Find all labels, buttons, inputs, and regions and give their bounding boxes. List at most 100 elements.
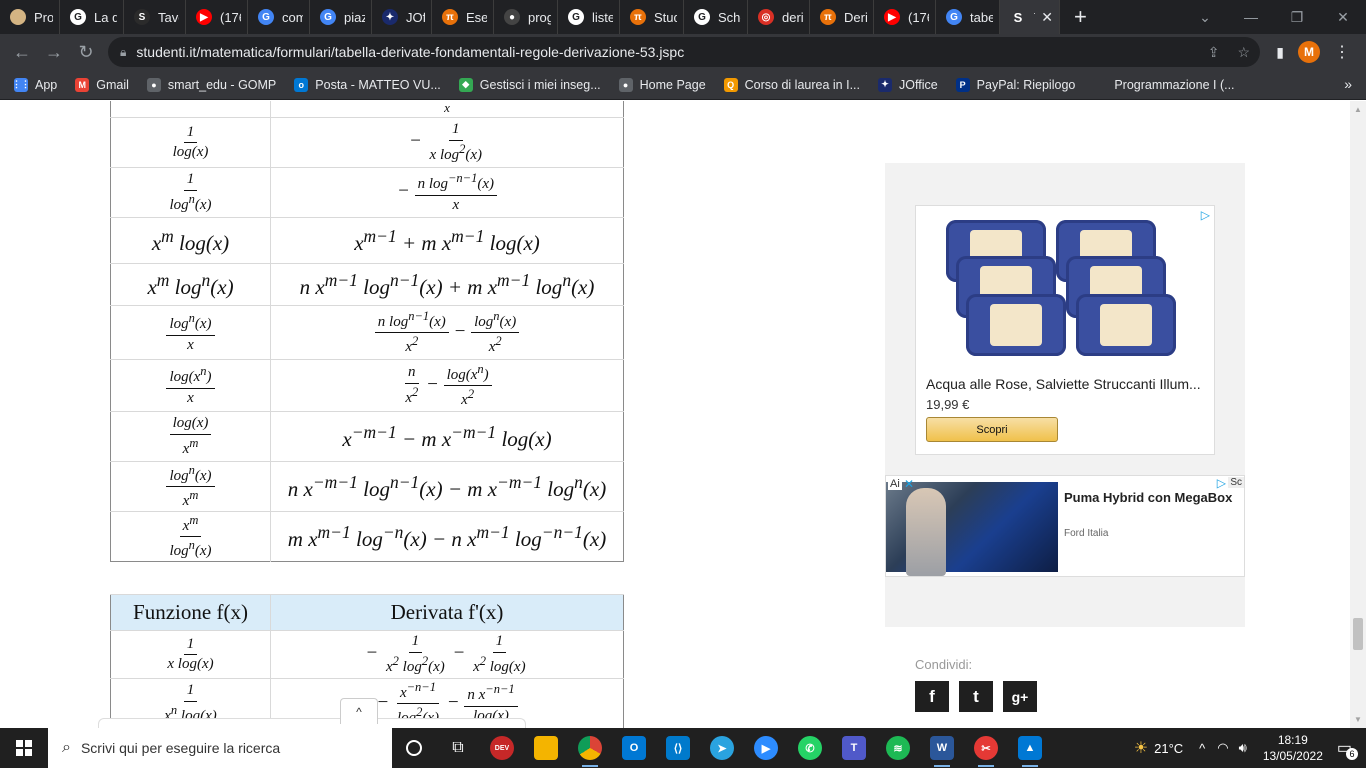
outlook-icon[interactable]: O [612, 728, 656, 768]
more-bookmarks-icon[interactable]: » [1344, 76, 1352, 92]
product-name[interactable]: Acqua alle Rose, Salviette Struccanti Il… [926, 376, 1206, 392]
bookmark-favicon-icon: M [75, 77, 90, 92]
reload-button[interactable]: ↻ [70, 36, 102, 68]
scroll-up-icon[interactable]: ▲ [1354, 105, 1362, 114]
back-button[interactable]: ← [6, 36, 38, 68]
address-bar[interactable]: 🔒︎ studenti.it/matematica/formulari/tabe… [108, 37, 1260, 67]
product-ad[interactable]: ▷ Acqua alle Rose, Salviette Struccanti … [915, 205, 1215, 455]
wifi-icon[interactable]: ◠ [1217, 740, 1228, 756]
close-tab-icon[interactable]: ✕ [1041, 9, 1053, 26]
devcpp-icon[interactable]: DEV [480, 728, 524, 768]
tab[interactable]: G La d [60, 0, 124, 34]
bookmark-item[interactable]: o Posta - MATTEO VU... [294, 77, 441, 92]
vscode-icon[interactable]: ⟨⟩ [656, 728, 700, 768]
close-ad-icon[interactable]: ✕ [904, 477, 914, 491]
table-row: log(x) xm x−m−1 − m x−m−1 log(x) [110, 411, 624, 462]
table-row: log(xn) x n x2 − log(xn) x2 [110, 359, 624, 412]
bookmark-item[interactable]: Q Corso di laurea in I... [723, 77, 860, 92]
googleplus-share-button[interactable]: g+ [1003, 681, 1037, 712]
bookmark-item[interactable]: ◆ Gestisci i miei inseg... [458, 77, 601, 92]
clock-date: 13/05/2022 [1262, 749, 1323, 763]
tab[interactable]: ✦ JOffi [372, 0, 432, 34]
car-ad[interactable]: Ai ✕ ▷ Sc Puma Hybrid con MegaBox Ford I… [885, 475, 1245, 577]
teams-icon[interactable]: T [832, 728, 876, 768]
bookmark-label: Posta - MATTEO VU... [315, 77, 441, 92]
spotify-icon[interactable]: ≋ [876, 728, 920, 768]
bookmark-item[interactable]: M Gmail [75, 77, 129, 92]
discover-button[interactable]: Scopri [926, 417, 1058, 442]
tab[interactable]: π Eser [432, 0, 494, 34]
start-button[interactable] [0, 728, 48, 768]
url-text: studenti.it/matematica/formulari/tabella… [136, 44, 685, 60]
tab[interactable]: ▶ (176 [874, 0, 936, 34]
page-scrollbar[interactable]: ▲ ▼ [1350, 101, 1366, 728]
restore-button[interactable]: ❐ [1274, 0, 1320, 34]
tab[interactable]: π Deri [810, 0, 874, 34]
tab[interactable]: Gliste [558, 0, 620, 34]
clock[interactable]: 18:19 13/05/2022 [1263, 732, 1323, 764]
taskbar-search-input[interactable]: ⌕ Scrivi qui per eseguire la ricerca [48, 728, 392, 768]
close-window-button[interactable]: ✕ [1320, 0, 1366, 34]
tab[interactable]: Gcom [248, 0, 310, 34]
zoom-icon[interactable]: ▶ [744, 728, 788, 768]
scroll-down-icon[interactable]: ▼ [1354, 715, 1362, 724]
tab-favicon-icon: G [694, 9, 710, 25]
bookmark-label: Gmail [96, 77, 129, 92]
tab[interactable]: Gtabe [936, 0, 1000, 34]
tab-favicon-icon: G [320, 9, 336, 25]
whatsapp-icon[interactable]: ✆ [788, 728, 832, 768]
car-ad-image[interactable] [886, 482, 1058, 576]
tab[interactable]: ▶ (176 [186, 0, 248, 34]
notifications-icon[interactable]: ▭ 6 [1337, 738, 1358, 760]
snip-tool-icon[interactable]: ✂ [964, 728, 1008, 768]
bookmark-favicon-icon: o [294, 77, 309, 92]
bookmark-item[interactable]: P PayPal: Riepilogo [955, 77, 1075, 92]
file-explorer-icon[interactable] [524, 728, 568, 768]
menu-icon[interactable]: ⋮ [1334, 42, 1350, 62]
lock-icon[interactable]: 🔒︎ [120, 45, 126, 60]
tab[interactable]: G Sche [684, 0, 748, 34]
forward-button[interactable]: → [38, 36, 70, 68]
tab[interactable]: Gpiaz [310, 0, 372, 34]
bookmark-label: Corso di laurea in I... [744, 77, 860, 92]
bookmark-item[interactable]: ✦ JOffice [878, 77, 938, 92]
tab-search-icon[interactable]: ⌄ [1182, 0, 1228, 34]
bookmark-star-icon[interactable]: ☆ [1237, 44, 1250, 61]
tab[interactable]: S Tavo [124, 0, 186, 34]
tab-active[interactable]: S T ✕ [1000, 0, 1060, 34]
bookmark-item[interactable]: Programmazione I (... [1093, 77, 1235, 92]
profile-avatar[interactable]: M [1298, 41, 1320, 63]
bookmark-item[interactable]: ⋮⋮ App [12, 77, 57, 92]
cortana-icon[interactable] [392, 728, 436, 768]
chrome-icon[interactable] [568, 728, 612, 768]
tab[interactable]: ◎ deriv [748, 0, 810, 34]
side-panel-icon[interactable]: ▮ [1276, 44, 1284, 61]
new-tab-button[interactable]: + [1074, 6, 1087, 28]
bookmark-item[interactable]: ● Home Page [618, 77, 706, 92]
bookmark-item[interactable]: ● smart_edu - GOMP [146, 77, 276, 92]
tab-favicon-icon: π [442, 9, 458, 25]
tab[interactable]: Prov [0, 0, 60, 34]
formula: n x−m−1 logn−1(x) − m x−m−1 logn(x) [287, 471, 607, 501]
share-icon[interactable]: ⇪ [1208, 44, 1220, 61]
twitter-share-button[interactable]: t [959, 681, 993, 712]
adchoices-icon[interactable]: ▷ [1217, 476, 1226, 490]
weather-icon[interactable]: ☀ [1134, 738, 1148, 758]
tab[interactable]: π Stud [620, 0, 684, 34]
task-view-icon[interactable]: ⧉ [436, 728, 480, 768]
product-image[interactable] [946, 220, 1186, 360]
scrollbar-thumb[interactable] [1353, 618, 1363, 650]
adchoices-icon[interactable]: ▷ [1201, 208, 1210, 222]
word-icon[interactable]: W [920, 728, 964, 768]
volume-icon[interactable]: 🔊︎ [1239, 740, 1247, 756]
weather-temperature[interactable]: 21°C [1154, 741, 1183, 756]
ad-title[interactable]: Puma Hybrid con MegaBox [1064, 490, 1232, 505]
popup-toggle-button[interactable]: ^ [340, 698, 378, 724]
telegram-icon[interactable]: ➤ [700, 728, 744, 768]
derivatives-table-1: x 1 log(x) − 1x log2(x) 1 logn(x) − n log−… [110, 101, 624, 562]
facebook-share-button[interactable]: f [915, 681, 949, 712]
tab[interactable]: ● prog [494, 0, 558, 34]
show-hidden-icons-icon[interactable]: ^ [1199, 741, 1205, 756]
photos-icon[interactable]: ▲ [1008, 728, 1052, 768]
minimize-button[interactable]: — [1228, 0, 1274, 34]
